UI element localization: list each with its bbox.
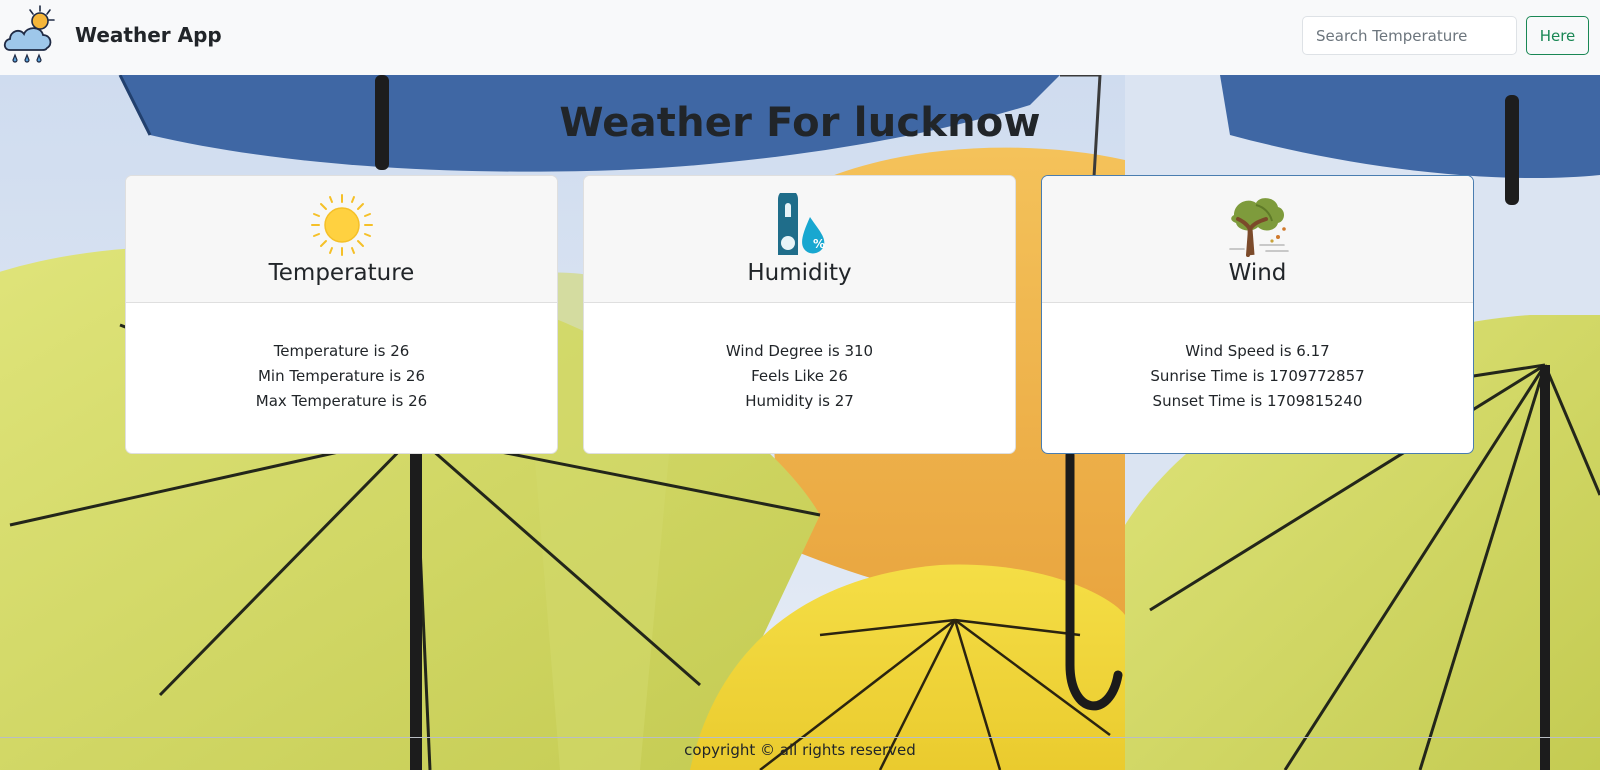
brand-link[interactable]: Weather App — [0, 4, 222, 66]
card-header: Wind — [1042, 176, 1473, 303]
wind-speed-value: Wind Speed is 6.17 — [1185, 342, 1330, 360]
search-input[interactable] — [1302, 16, 1517, 55]
card-header: Temperature — [126, 176, 557, 303]
feels-like-value: Feels Like 26 — [751, 367, 848, 385]
brand-name: Weather App — [75, 23, 222, 47]
cloud-sun-rain-icon — [3, 5, 55, 63]
humidity-card: % Humidity Wind Degree is 310 Feels Like… — [583, 175, 1016, 454]
card-header: % Humidity — [584, 176, 1015, 303]
svg-text:%: % — [813, 237, 825, 251]
copyright-text: copyright © all rights reserved — [684, 741, 916, 759]
sun-icon — [310, 194, 373, 256]
card-body: Wind Degree is 310 Feels Like 26 Humidit… — [584, 303, 1015, 414]
card-title: Temperature — [268, 260, 415, 286]
humidity-value: Humidity is 27 — [745, 392, 854, 410]
wind-card: Wind Wind Speed is 6.17 Sunrise Time is … — [1041, 175, 1474, 454]
weather-page: Weather App Here — [0, 0, 1600, 770]
page-title: Weather For lucknow — [559, 100, 1041, 146]
navbar: Weather App Here — [0, 0, 1600, 75]
sunset-time-value: Sunset Time is 1709815240 — [1152, 392, 1363, 410]
temperature-value: Temperature is 26 — [273, 342, 410, 360]
temperature-card: Temperature Temperature is 26 Min Temper… — [125, 175, 558, 454]
card-body: Temperature is 26 Min Temperature is 26 … — [126, 303, 557, 414]
card-body: Wind Speed is 6.17 Sunrise Time is 17097… — [1042, 303, 1473, 414]
sunrise-time-value: Sunrise Time is 1709772857 — [1150, 367, 1365, 385]
wind-degree-value: Wind Degree is 310 — [725, 342, 874, 360]
search-submit-button[interactable]: Here — [1526, 16, 1589, 55]
max-temperature-value: Max Temperature is 26 — [255, 392, 428, 410]
thermometer-humidity-icon: % — [777, 193, 825, 255]
card-title: Wind — [1228, 260, 1287, 286]
footer: copyright © all rights reserved — [0, 737, 1600, 770]
min-temperature-value: Min Temperature is 26 — [257, 367, 425, 385]
windy-tree-icon — [1228, 198, 1289, 257]
card-title: Humidity — [747, 260, 852, 286]
